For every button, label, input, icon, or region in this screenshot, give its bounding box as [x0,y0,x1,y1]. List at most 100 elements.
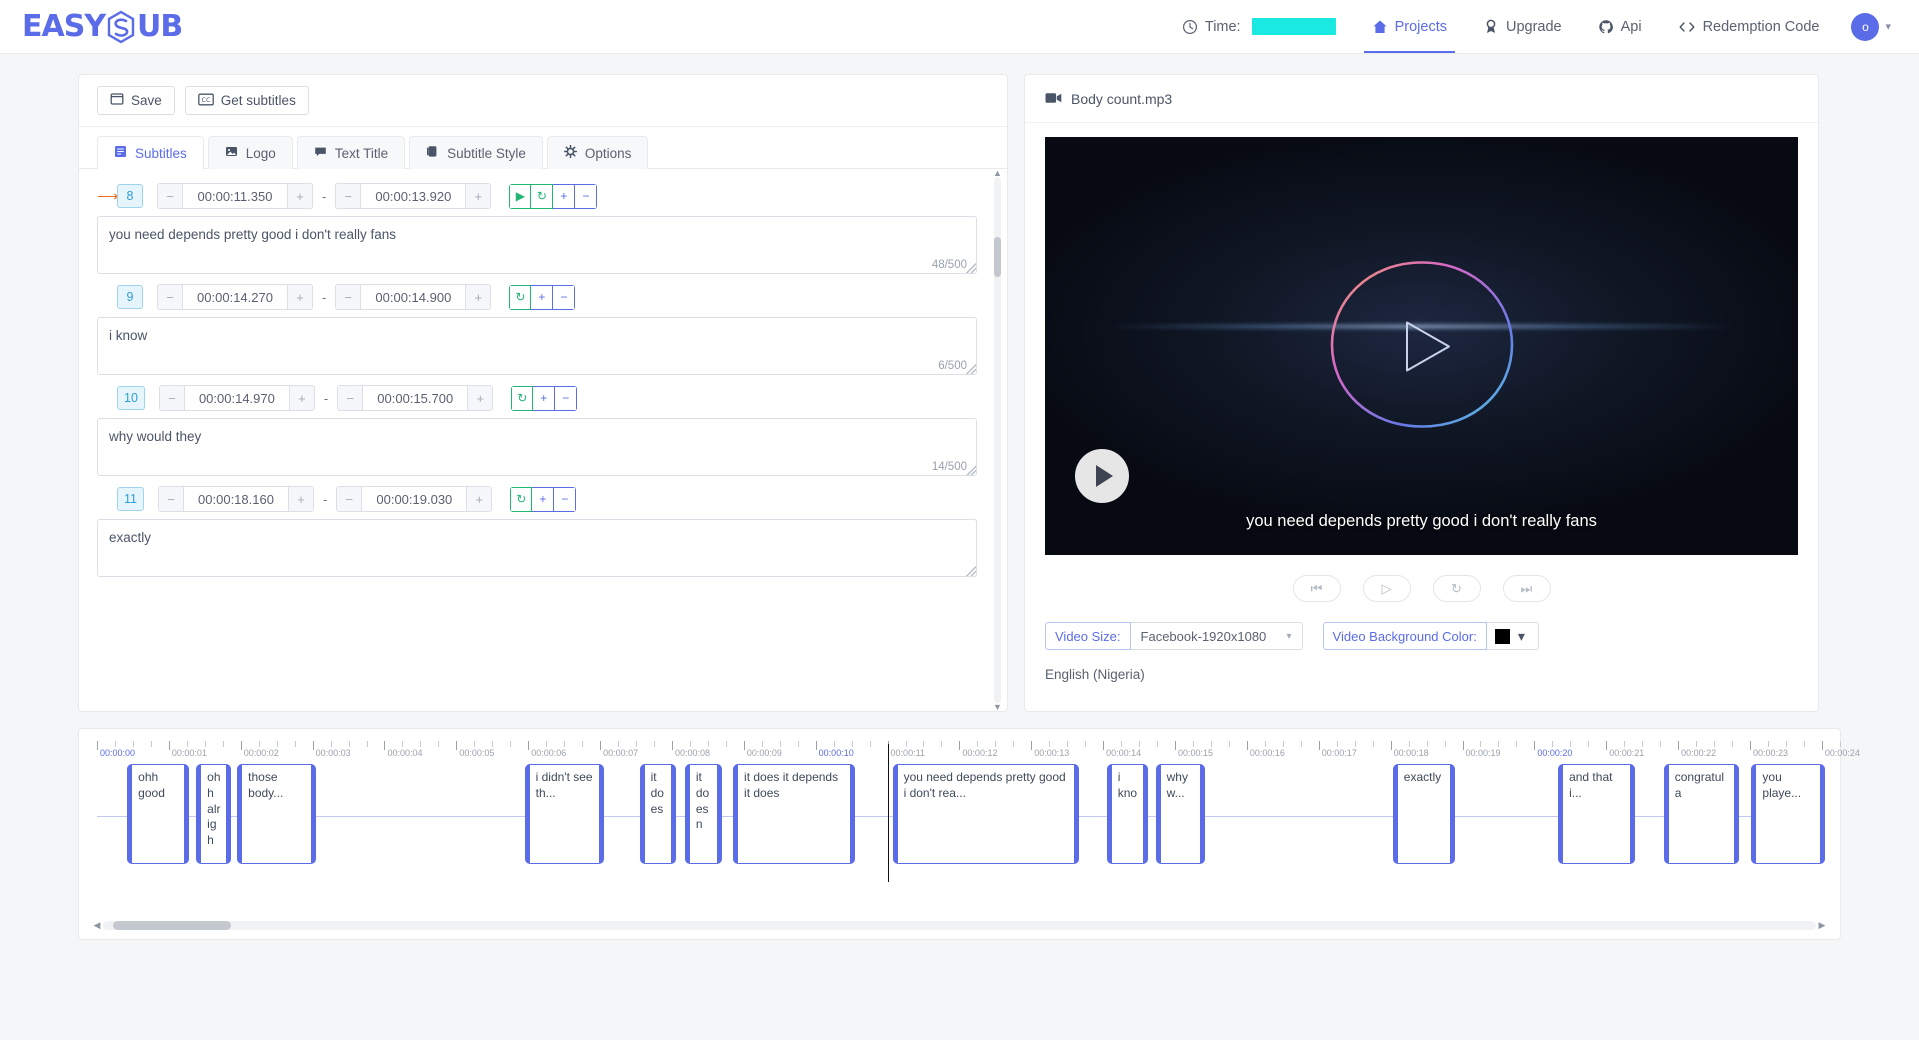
replay-icon[interactable]: ↻ [1432,575,1481,602]
end-time-stepper[interactable]: − 00:00:14.900 + [335,284,492,310]
tab-subtitles[interactable]: Subtitles [97,136,204,169]
start-time-increment[interactable]: + [287,184,312,208]
subtitle-list-scrollbar[interactable]: ▲ ▼ [993,169,1002,711]
end-time-increment[interactable]: + [467,386,493,410]
start-time-stepper[interactable]: − 00:00:14.970 + [158,385,315,411]
start-time-stepper[interactable]: − 00:00:14.270 + [157,284,313,310]
video-stage[interactable]: you need depends pretty good i don't rea… [1045,137,1798,555]
timeline-playhead[interactable] [887,744,889,882]
delete-row-button[interactable]: − [575,183,598,209]
retranslate-button[interactable]: ↻ [531,183,554,209]
user-menu[interactable]: o ▾ [1837,12,1891,41]
start-time-decrement[interactable]: − [159,386,185,410]
timeline-clip[interactable]: it does it depends it does [733,764,856,864]
skip-back-icon[interactable]: ⏮ [1292,575,1341,602]
timeline-scrollbar-thumb[interactable] [113,921,231,930]
nav-item-projects[interactable]: Projects [1354,0,1465,53]
timeline-clip[interactable]: i kno [1106,764,1148,864]
subtitle-index[interactable]: 9 [117,285,143,309]
save-button[interactable]: Save [97,86,175,115]
tab-text-title[interactable]: Text Title [296,136,406,169]
start-time-decrement[interactable]: − [158,184,183,208]
start-time-decrement[interactable]: − [158,487,184,511]
end-time-value[interactable]: 00:00:15.700 [363,386,468,410]
timeline-clip[interactable]: and that i... [1558,764,1635,864]
end-time-stepper[interactable]: − 00:00:15.700 + [337,385,494,411]
end-time-stepper[interactable]: − 00:00:19.030 + [336,486,493,512]
end-time-value[interactable]: 00:00:14.900 [361,285,466,309]
tab-logo[interactable]: Logo [207,136,293,169]
retranslate-button[interactable]: ↻ [509,284,532,310]
subtitle-index[interactable]: 11 [117,487,144,511]
subtitle-index[interactable]: 8 [117,184,143,208]
scroll-down-icon[interactable]: ▼ [993,702,1002,711]
video-background-color-select[interactable]: ▾ [1486,622,1539,650]
start-time-value[interactable]: 00:00:14.270 [183,285,287,309]
timeline-clip[interactable]: you playe... [1751,764,1826,864]
start-time-increment[interactable]: + [288,386,314,410]
add-row-button[interactable]: + [553,183,576,209]
start-time-value[interactable]: 00:00:18.160 [183,487,288,511]
start-time-value[interactable]: 00:00:11.350 [183,184,287,208]
scroll-left-icon[interactable]: ◀ [91,920,103,931]
start-time-decrement[interactable]: − [158,285,183,309]
timeline-scrollbar[interactable]: ◀ ▶ [91,920,1828,931]
timeline-clip[interactable]: ohh alrigh [196,764,231,864]
delete-row-button[interactable]: − [554,486,577,512]
add-row-button[interactable]: + [533,385,556,411]
timeline-clip[interactable]: it doesn [684,764,723,864]
get-subtitles-button[interactable]: CC Get subtitles [184,86,309,115]
retranslate-button[interactable]: ↻ [510,486,533,512]
retranslate-button[interactable]: ↻ [511,385,534,411]
end-time-value[interactable]: 00:00:13.920 [361,184,466,208]
timeline-clip[interactable]: i didn't see th... [524,764,604,864]
tab-subtitle-style[interactable]: Subtitle Style [409,136,543,169]
scroll-up-icon[interactable]: ▲ [993,169,1002,178]
start-time-value[interactable]: 00:00:14.970 [184,386,289,410]
delete-row-button[interactable]: − [555,385,578,411]
video-play-overlay-button[interactable] [1075,449,1129,503]
start-time-stepper[interactable]: − 00:00:18.160 + [157,486,314,512]
subtitle-index[interactable]: 10 [117,386,145,410]
end-time-decrement[interactable]: − [336,184,362,208]
skip-forward-icon[interactable]: ⏭ [1502,575,1551,602]
tab-options[interactable]: Options [546,136,649,169]
scroll-right-icon[interactable]: ▶ [1816,920,1828,931]
video-size-select[interactable]: Facebook-1920x1080 ▾ [1130,622,1303,650]
start-time-increment[interactable]: + [287,487,313,511]
start-time-increment[interactable]: + [287,285,312,309]
timeline-ruler[interactable]: 00:00:00 00:00:01 00:00:02 00:00:03 00:00:04… [97,741,1860,759]
end-time-value[interactable]: 00:00:19.030 [362,487,467,511]
end-time-increment[interactable]: + [465,184,491,208]
end-time-decrement[interactable]: − [336,285,362,309]
add-row-button[interactable]: + [532,486,555,512]
start-time-stepper[interactable]: − 00:00:11.350 + [157,183,313,209]
timeline-scrollbar-track[interactable] [103,921,1816,930]
nav-item-api[interactable]: Api [1580,0,1660,53]
end-time-increment[interactable]: + [465,285,491,309]
end-time-increment[interactable]: + [466,487,492,511]
timeline-clip[interactable]: ohh good [127,764,189,864]
scrollbar-thumb[interactable] [994,237,1001,277]
subtitle-text-input[interactable] [97,519,977,577]
add-row-button[interactable]: + [531,284,554,310]
easysub-logo[interactable]: EASY UB [22,9,183,44]
nav-item-upgrade[interactable]: Upgrade [1465,0,1580,53]
delete-row-button[interactable]: − [553,284,576,310]
timeline-clip[interactable]: it does [639,764,676,864]
timeline-track[interactable]: ohh good ohh alrigh those body... i didn't … [97,744,1826,882]
end-time-decrement[interactable]: − [337,487,363,511]
subtitle-text-input[interactable] [97,317,977,375]
subtitle-text-input[interactable] [97,216,977,274]
play-segment-button[interactable]: ▶ [509,183,532,209]
subtitle-text-input[interactable] [97,418,977,476]
end-time-stepper[interactable]: − 00:00:13.920 + [335,183,492,209]
timeline-clip[interactable]: you need depends pretty good i don't rea… [892,764,1080,864]
play-icon[interactable]: ▷ [1362,575,1411,602]
end-time-decrement[interactable]: − [338,386,364,410]
timeline-clip[interactable]: congratula [1663,764,1740,864]
timeline-clip[interactable]: exactly [1392,764,1456,864]
nav-item-redemption-code[interactable]: Redemption Code [1660,0,1838,53]
timeline-clip[interactable]: those body... [237,764,317,864]
timeline-clip[interactable]: why w... [1155,764,1206,864]
